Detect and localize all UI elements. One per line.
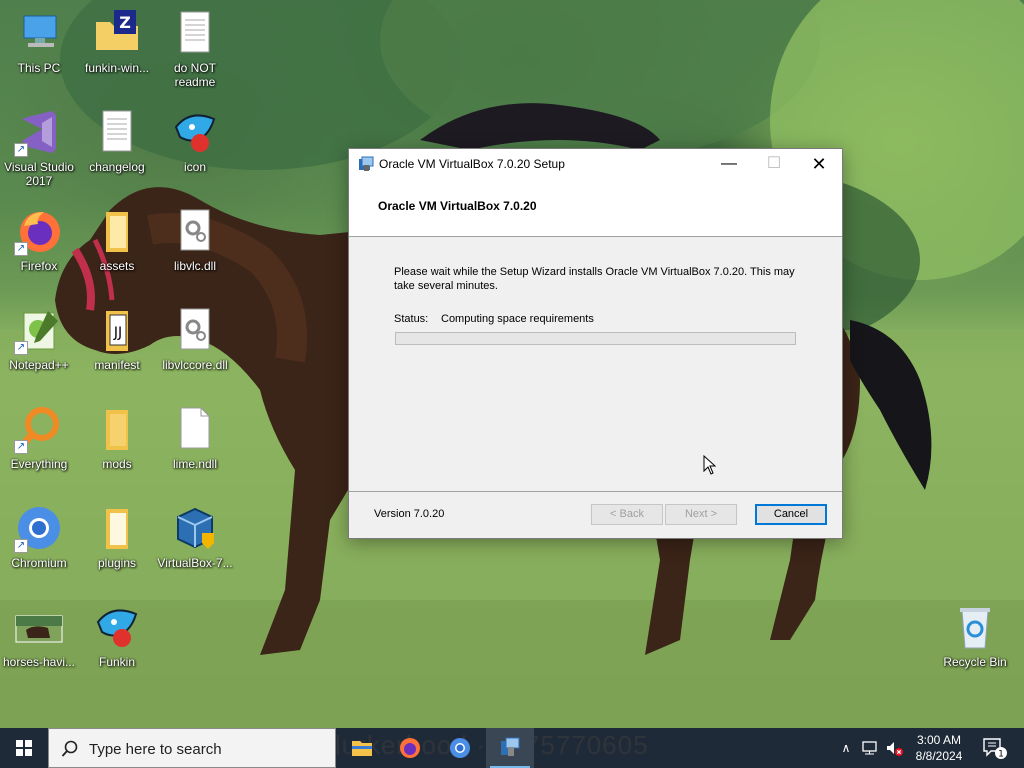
taskbar-search-box[interactable]: Type here to search [48, 728, 336, 768]
taskbar-app-chromium[interactable] [436, 728, 484, 768]
desktop-icon-mods[interactable]: mods [78, 400, 156, 490]
firefox-icon [400, 738, 420, 758]
desktop-icon-lime-ndll[interactable]: lime.ndll [156, 400, 234, 490]
next-button: Next > [665, 504, 737, 525]
version-label: Version 7.0.20 [374, 508, 445, 520]
desktop-icon-do-not-readme[interactable]: do NOT readme [156, 4, 234, 94]
desktop-icon-chromium[interactable]: ↗ Chromium [0, 499, 78, 589]
image-file-icon [14, 602, 64, 652]
desktop: This PC ↗ Visual Studio 2017 ↗ Firefox ↗… [0, 0, 1024, 728]
file-explorer-icon [352, 741, 372, 756]
zip-folder-icon: Z [92, 8, 142, 58]
dll-file-icon [170, 206, 220, 256]
status-value: Computing space requirements [441, 313, 594, 325]
desktop-icon-horses-image[interactable]: horses-havi... [0, 598, 78, 688]
shortcut-arrow-icon: ↗ [14, 341, 28, 355]
text-file-icon [170, 8, 220, 58]
computer-icon [14, 8, 64, 58]
chromium-icon: ↗ [14, 503, 64, 553]
volume-muted-icon[interactable] [884, 738, 904, 758]
desktop-icon-visual-studio[interactable]: ↗ Visual Studio 2017 [0, 103, 78, 193]
desktop-icon-icon[interactable]: icon [156, 103, 234, 193]
chromium-icon [450, 738, 470, 758]
notification-count: 1 [998, 750, 1004, 760]
desktop-icon-notepadpp[interactable]: ↗ Notepad++ [0, 301, 78, 391]
dll-file-icon [170, 305, 220, 355]
desktop-icon-manifest[interactable]: JJ manifest [78, 301, 156, 391]
installer-icon [359, 156, 374, 171]
status-label: Status: [394, 313, 429, 325]
desktop-icon-assets[interactable]: assets [78, 202, 156, 292]
window-title: Oracle VM VirtualBox 7.0.20 Setup [379, 157, 565, 171]
recycle-bin-icon [950, 602, 1000, 652]
footer-divider [349, 491, 842, 492]
shortcut-arrow-icon: ↗ [14, 440, 28, 454]
blank-file-icon [170, 404, 220, 454]
svg-text:Z: Z [119, 13, 131, 32]
desktop-icon-virtualbox-installer[interactable]: VirtualBox-7... [156, 499, 234, 589]
svg-text:JJ: JJ [113, 325, 122, 341]
funkin-character-icon [170, 107, 220, 157]
folder-icon [92, 206, 142, 256]
action-center-button[interactable]: 1 [980, 736, 1008, 760]
notepadpp-icon: ↗ [14, 305, 64, 355]
text-file-icon [92, 107, 142, 157]
desktop-icon-funkin[interactable]: Funkin [78, 598, 156, 688]
shortcut-arrow-icon: ↗ [14, 143, 28, 157]
folder-icon [92, 503, 142, 553]
search-app-icon: ↗ [14, 404, 64, 454]
desktop-icon-libvlc[interactable]: libvlc.dll [156, 202, 234, 292]
desktop-icon-changelog[interactable]: changelog [78, 103, 156, 193]
shortcut-arrow-icon: ↗ [14, 539, 28, 553]
desktop-icon-recycle-bin[interactable]: Recycle Bin [936, 598, 1014, 688]
back-button: < Back [591, 504, 663, 525]
virtualbox-setup-icon [501, 737, 520, 756]
firefox-icon: ↗ [14, 206, 64, 256]
title-bar[interactable]: Oracle VM VirtualBox 7.0.20 Setup — ☐ ✕ [349, 149, 842, 179]
funkin-character-icon [92, 602, 142, 652]
clock-time: 3:00 AM [916, 733, 962, 747]
windows-logo-icon [16, 740, 32, 756]
desktop-icon-everything[interactable]: ↗ Everything [0, 400, 78, 490]
desktop-icon-firefox[interactable]: ↗ Firefox [0, 202, 78, 292]
setup-dialog: Oracle VM VirtualBox 7.0.20 Setup — ☐ ✕ … [348, 148, 843, 539]
taskbar-app-firefox[interactable] [386, 728, 434, 768]
folder-icon [92, 404, 142, 454]
clock-date: 8/8/2024 [915, 749, 963, 763]
maximize-button: ☐ [766, 155, 782, 172]
wizard-title: Oracle VM VirtualBox 7.0.20 [378, 199, 537, 213]
taskbar-app-file-explorer[interactable] [338, 728, 386, 768]
desktop-icon-funkin-zip[interactable]: Z funkin-win... [78, 4, 156, 94]
desktop-icon-this-pc[interactable]: This PC [0, 4, 78, 94]
search-placeholder: Type here to search [89, 741, 222, 758]
minimize-button[interactable]: — [706, 149, 752, 179]
notification-icon: 1 [983, 738, 1007, 760]
folder-icon: JJ [92, 305, 142, 355]
install-message: Please wait while the Setup Wizard insta… [394, 266, 795, 292]
visual-studio-icon: ↗ [14, 107, 64, 157]
virtualbox-installer-icon [170, 503, 220, 553]
start-button[interactable] [0, 728, 48, 768]
system-clock[interactable]: 3:00 AM 8/8/2024 [908, 732, 970, 764]
shortcut-arrow-icon: ↗ [14, 242, 28, 256]
taskbar-app-virtualbox-setup[interactable] [486, 728, 534, 768]
desktop-icon-plugins[interactable]: plugins [78, 499, 156, 589]
show-hidden-icons-button[interactable]: ∧ [837, 736, 855, 760]
taskbar: Type here to search lurkerhood · 1075770… [0, 728, 1024, 768]
cancel-button[interactable]: Cancel [755, 504, 827, 525]
wizard-header: Oracle VM VirtualBox 7.0.20 [349, 179, 842, 237]
progress-bar [395, 332, 796, 345]
close-button[interactable]: ✕ [796, 149, 842, 179]
network-icon[interactable] [860, 738, 880, 758]
search-icon [61, 740, 78, 757]
desktop-icon-libvlccore[interactable]: libvlccore.dll [156, 301, 234, 391]
mouse-cursor-icon [703, 455, 717, 475]
